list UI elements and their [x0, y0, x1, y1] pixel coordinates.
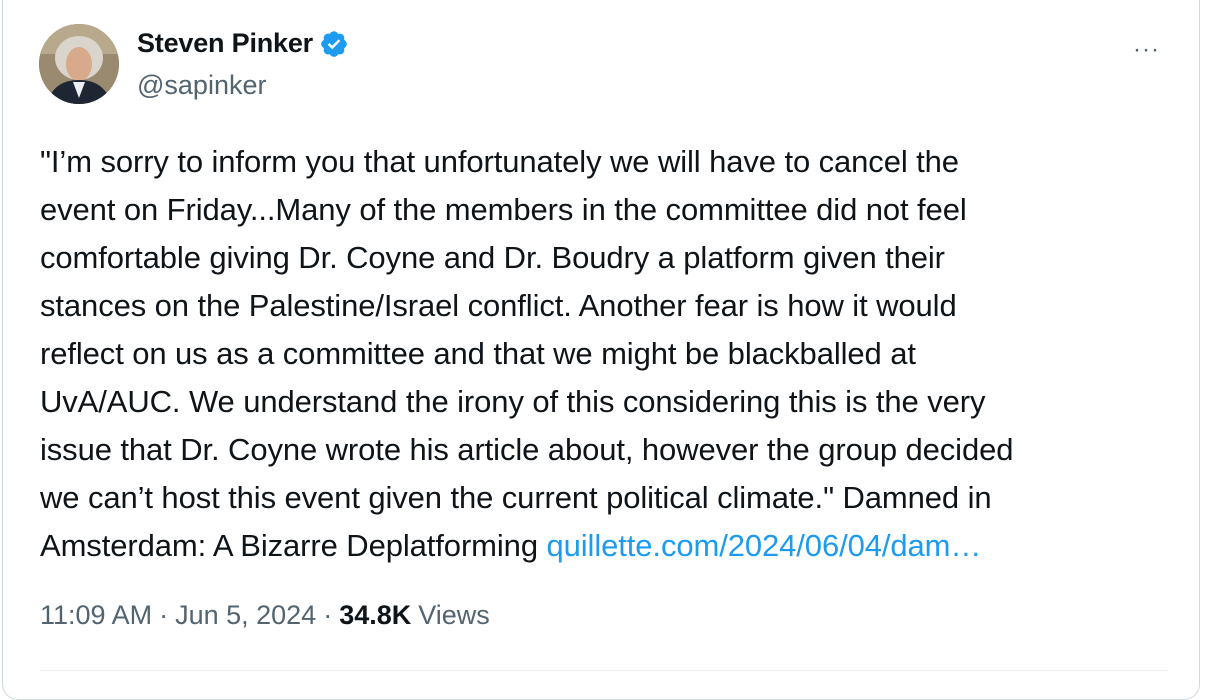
author-name-row: Steven Pinker [137, 28, 349, 59]
verified-badge-icon[interactable] [319, 29, 349, 59]
tweet-date[interactable]: Jun 5, 2024 [175, 600, 316, 631]
tweet-text-line: UvA/AUC. We understand the irony of this… [40, 384, 986, 419]
author-name[interactable]: Steven Pinker [137, 28, 313, 59]
tweet-meta: 11:09 AM · Jun 5, 2024 · 34.8K Views [40, 600, 490, 631]
author-handle[interactable]: @sapinker [137, 70, 266, 101]
tweet-text-line: stances on the Palestine/Israel conflict… [40, 288, 957, 323]
tweet-text-line: "I’m sorry to inform you that unfortunat… [40, 144, 959, 179]
tweet-text-line: we can’t host this event given the curre… [40, 480, 992, 515]
tweet-text-line: Amsterdam: A Bizarre Deplatforming [40, 528, 547, 563]
tweet-card: Steven Pinker @sapinker ··· "I’m sorry t… [2, 0, 1200, 700]
profile-photo [39, 24, 119, 104]
tweet-text: "I’m sorry to inform you that unfortunat… [40, 138, 1170, 570]
divider [39, 670, 1169, 671]
avatar[interactable] [39, 24, 119, 104]
tweet-text-line: reflect on us as a committee and that we… [40, 336, 916, 371]
tweet-text-line: issue that Dr. Coyne wrote his article a… [40, 432, 1014, 467]
tweet-time[interactable]: 11:09 AM [40, 600, 152, 631]
tweet-text-line: event on Friday...Many of the members in… [40, 192, 967, 227]
tweet-text-line: comfortable giving Dr. Coyne and Dr. Bou… [40, 240, 945, 275]
views-count[interactable]: 34.8K [339, 600, 411, 631]
article-link[interactable]: quillette.com/2024/06/04/dam… [546, 528, 981, 563]
views-label[interactable]: Views [418, 600, 490, 631]
meta-separator: · [323, 600, 333, 630]
meta-separator: · [159, 600, 169, 630]
more-options-button[interactable]: ··· [1133, 36, 1160, 64]
